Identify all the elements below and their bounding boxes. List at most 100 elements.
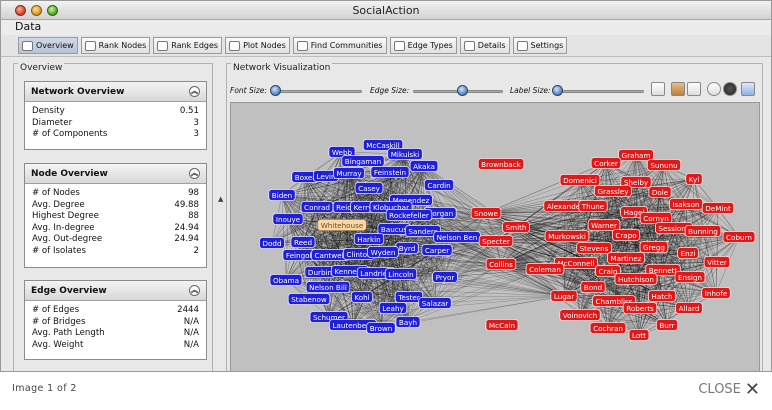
democrat-node[interactable]: Akaka bbox=[409, 160, 439, 172]
republican-node[interactable]: Graham bbox=[618, 149, 654, 161]
republican-node[interactable]: Crapo bbox=[611, 229, 641, 241]
republican-node[interactable]: Hatch bbox=[648, 290, 676, 302]
blank-view-button[interactable] bbox=[651, 82, 665, 96]
republican-node[interactable]: Kyl bbox=[685, 173, 703, 185]
close-button[interactable]: CLOSE ✕ bbox=[698, 380, 760, 398]
collapse-icon[interactable]: ︽ bbox=[189, 168, 200, 179]
layout-button[interactable] bbox=[671, 82, 685, 96]
democrat-node[interactable]: Reed bbox=[290, 236, 316, 248]
tab-overview[interactable]: Overview bbox=[18, 37, 78, 54]
democrat-node[interactable]: Dodd bbox=[259, 237, 285, 249]
collapse-icon[interactable]: ︽ bbox=[189, 86, 200, 97]
font-size-slider-knob[interactable] bbox=[270, 85, 281, 96]
democrat-node[interactable]: Rockefeller bbox=[385, 209, 433, 221]
republican-node[interactable]: Stevens bbox=[576, 242, 612, 254]
republican-node[interactable]: Lugar bbox=[550, 290, 578, 302]
democrat-node[interactable]: Murray bbox=[332, 167, 366, 179]
republican-node[interactable]: Coleman bbox=[525, 263, 565, 275]
democrat-node[interactable]: Lincoln bbox=[384, 268, 418, 280]
network-graph[interactable]: McCaskillWebb MikulskiBingamanAkakaBoxer L… bbox=[231, 103, 760, 372]
republican-node[interactable]: Sununu bbox=[646, 159, 682, 171]
republican-node[interactable]: Specter bbox=[478, 235, 514, 247]
republican-node[interactable]: Hutchison bbox=[614, 273, 658, 285]
play-button[interactable] bbox=[707, 82, 721, 96]
republican-node[interactable]: Collins bbox=[485, 258, 517, 270]
republican-node[interactable]: McCain bbox=[485, 319, 519, 331]
democrat-node[interactable]: Bayh bbox=[395, 316, 421, 328]
republican-node[interactable]: Warner bbox=[587, 219, 621, 231]
democrat-node[interactable]: Kohl bbox=[350, 291, 374, 303]
panel-splitter[interactable]: ▲ bbox=[218, 63, 224, 371]
tab-details[interactable]: Details bbox=[459, 37, 510, 54]
democrat-node[interactable]: Bingaman bbox=[341, 155, 385, 167]
republican-node[interactable]: Dole bbox=[648, 186, 672, 198]
tab-edge-types[interactable]: Edge Types bbox=[389, 37, 457, 54]
network-overview-header[interactable]: Network Overview ︽ bbox=[25, 82, 206, 102]
republican-node[interactable]: Corker bbox=[590, 157, 622, 169]
settings-view-button[interactable] bbox=[741, 82, 755, 96]
label-size-slider[interactable] bbox=[554, 90, 644, 93]
republican-node[interactable]: Inhofe bbox=[701, 287, 731, 299]
pause-button[interactable] bbox=[723, 82, 737, 96]
republican-node[interactable]: Smith bbox=[502, 221, 530, 233]
democrat-node[interactable]: Carper bbox=[421, 244, 453, 256]
republican-node[interactable]: Allard bbox=[675, 302, 703, 314]
network-canvas[interactable]: McCaskill Webb Mikulski Bingaman Akaka Boxer L… bbox=[230, 102, 760, 372]
republican-node[interactable]: Bunning bbox=[684, 225, 722, 237]
republican-node[interactable]: Gregg bbox=[639, 241, 669, 253]
democrat-node[interactable]: Stabenow bbox=[287, 293, 331, 305]
republican-node[interactable]: Martinez bbox=[607, 252, 645, 264]
republican-node[interactable]: Thune bbox=[578, 200, 608, 212]
democrat-node[interactable]: Pryor bbox=[432, 271, 458, 283]
republican-node[interactable]: Burr bbox=[655, 319, 679, 331]
republican-node[interactable]: DeMint bbox=[701, 202, 735, 214]
democrat-node[interactable]: Biden bbox=[268, 189, 296, 201]
tab-find-communities[interactable]: Find Communities bbox=[292, 37, 387, 54]
republican-node[interactable]: Murkowski bbox=[544, 230, 590, 242]
republican-node[interactable]: Vitter bbox=[703, 256, 731, 268]
splitter-arrow-icon[interactable]: ▲ bbox=[218, 195, 223, 203]
edge-size-slider-knob[interactable] bbox=[457, 85, 469, 96]
democrat-node[interactable]: Leahy bbox=[378, 302, 408, 314]
democrat-node[interactable]: Durbin bbox=[304, 266, 336, 278]
democrat-node[interactable]: Brown bbox=[366, 322, 396, 334]
republican-node[interactable]: Enzi bbox=[677, 247, 699, 259]
edge-overview-header[interactable]: Edge Overview ︽ bbox=[25, 281, 206, 301]
republican-node[interactable]: Cornyn bbox=[639, 212, 673, 224]
republican-node[interactable]: Isakson bbox=[669, 198, 703, 210]
democrat-node[interactable]: Byrd bbox=[395, 242, 419, 254]
bar-view-button[interactable] bbox=[687, 82, 701, 96]
republican-node[interactable]: Coburn bbox=[722, 231, 756, 243]
democrat-node[interactable]: Inouye bbox=[272, 213, 304, 225]
collapse-icon[interactable]: ︽ bbox=[189, 285, 200, 296]
democrat-node[interactable]: Nelson Bill bbox=[305, 281, 351, 293]
republican-node[interactable]: Snowe bbox=[470, 207, 502, 219]
republican-node[interactable]: Ensign bbox=[674, 271, 706, 283]
republican-node[interactable]: Bond bbox=[580, 281, 606, 293]
republican-node[interactable]: Brownback bbox=[477, 158, 525, 170]
democrat-node[interactable]: Nelson Ben bbox=[433, 231, 481, 243]
tab-rank-edges[interactable]: Rank Edges bbox=[153, 37, 223, 54]
tab-settings[interactable]: Settings bbox=[512, 37, 568, 54]
democrat-node[interactable]: Salazar bbox=[418, 297, 452, 309]
democrat-node[interactable]: Cardin bbox=[423, 179, 455, 191]
republican-node[interactable]: Grassley bbox=[594, 185, 632, 197]
node-overview-header[interactable]: Node Overview ︽ bbox=[25, 164, 206, 184]
democrat-node[interactable]: Mikulski bbox=[387, 148, 423, 160]
republican-node[interactable]: Lott bbox=[628, 329, 650, 341]
democrat-node[interactable]: Wyden bbox=[367, 246, 399, 258]
menu-data[interactable]: Data bbox=[15, 20, 41, 33]
republican-node[interactable]: Domenici bbox=[559, 174, 601, 186]
label-size-slider-knob[interactable] bbox=[552, 85, 563, 96]
democrat-node[interactable]: Feinstein bbox=[370, 166, 410, 178]
democrat-node[interactable]: Casey bbox=[354, 182, 384, 194]
republican-node[interactable]: Voinovich bbox=[559, 309, 601, 321]
republican-node[interactable]: Cochran bbox=[589, 322, 627, 334]
democrat-node[interactable]: Conrad bbox=[300, 201, 334, 213]
tab-rank-nodes[interactable]: Rank Nodes bbox=[80, 37, 151, 54]
selected-node[interactable]: Whitehouse bbox=[317, 219, 367, 231]
republican-node[interactable]: Roberts bbox=[622, 302, 658, 314]
font-size-slider[interactable] bbox=[272, 90, 362, 93]
tab-plot-nodes[interactable]: Plot Nodes bbox=[225, 37, 290, 54]
democrat-node[interactable]: Obama bbox=[269, 274, 303, 286]
